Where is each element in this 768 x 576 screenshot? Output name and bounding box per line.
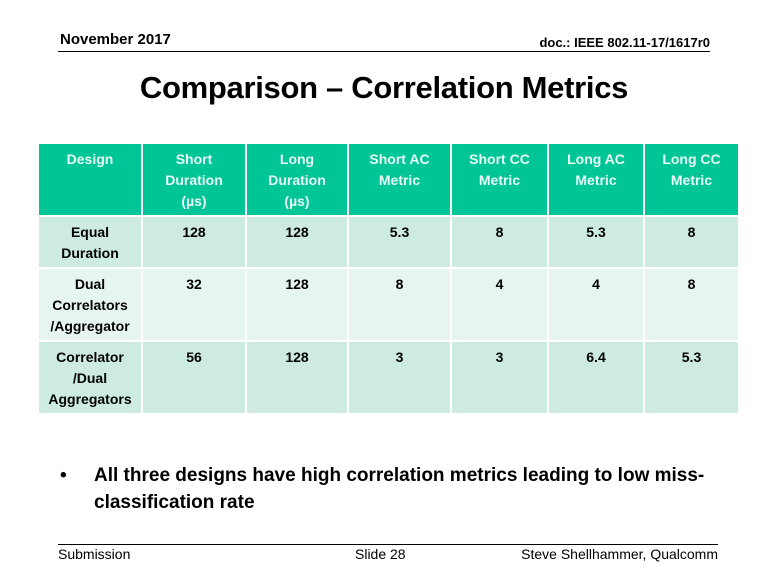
- col-header-long-cc-metric: Long CC Metric: [643, 142, 740, 217]
- footer-submission: Submission: [58, 546, 131, 562]
- footer-divider: [58, 544, 718, 545]
- cell-line: /Aggregator: [50, 318, 130, 334]
- table-row: Correlator /Dual Aggregators 56 128 3 3 …: [37, 340, 740, 415]
- cell-short-duration: 128: [141, 215, 247, 269]
- cell-short-ac: 3: [347, 340, 452, 415]
- cell-line: Duration: [61, 245, 119, 261]
- cell-short-ac: 8: [347, 267, 452, 342]
- cell-short-duration: 32: [141, 267, 247, 342]
- cell-line: /Dual: [72, 370, 108, 386]
- cell-design: Correlator /Dual Aggregators: [37, 340, 143, 415]
- col-header-design: Design: [37, 142, 143, 217]
- col-header-line: (µs): [181, 193, 207, 209]
- cell-long-ac: 5.3: [547, 215, 645, 269]
- cell-short-cc: 4: [450, 267, 549, 342]
- cell-design: Dual Correlators /Aggregator: [37, 267, 143, 342]
- bullet-item: • All three designs have high correlatio…: [60, 462, 720, 516]
- col-header-line: Metric: [378, 172, 421, 188]
- footer-slide-number: Slide 28: [355, 546, 406, 562]
- bullet-dot-icon: •: [60, 465, 67, 486]
- cell-short-ac: 5.3: [347, 215, 452, 269]
- table-header-row: Design Short Duration (µs) Long Duration…: [37, 142, 740, 217]
- cell-long-cc: 5.3: [643, 340, 740, 415]
- col-header-short-ac-metric: Short AC Metric: [347, 142, 452, 217]
- table-row: Dual Correlators /Aggregator 32 128 8 4 …: [37, 267, 740, 342]
- col-header-line: Short: [175, 151, 213, 167]
- cell-short-duration: 56: [141, 340, 247, 415]
- cell-design: Equal Duration: [37, 215, 143, 269]
- col-header-short-cc-metric: Short CC Metric: [450, 142, 549, 217]
- footer-author: Steve Shellhammer, Qualcomm: [521, 546, 718, 562]
- cell-line: Correlator: [56, 349, 124, 365]
- slide-title: Comparison – Correlation Metrics: [139, 70, 629, 105]
- col-header-line: Duration: [268, 172, 326, 188]
- col-header-long-ac-metric: Long AC Metric: [547, 142, 645, 217]
- cell-line: Dual: [74, 276, 106, 292]
- col-header-line: Metric: [478, 172, 521, 188]
- col-header-line: Long CC: [662, 151, 721, 167]
- cell-short-cc: 8: [450, 215, 549, 269]
- col-header-line: Short AC: [369, 151, 430, 167]
- header-date: November 2017: [60, 31, 171, 48]
- header-doc-id: doc.: IEEE 802.11-17/1617r0: [539, 35, 710, 50]
- col-header-short-duration: Short Duration (µs): [141, 142, 247, 217]
- col-header-long-duration: Long Duration (µs): [245, 142, 349, 217]
- bullet-text: All three designs have high correlation …: [94, 465, 705, 513]
- col-header-line: Metric: [670, 172, 713, 188]
- cell-long-duration: 128: [245, 215, 349, 269]
- cell-long-duration: 128: [245, 267, 349, 342]
- cell-line: Equal: [70, 224, 110, 240]
- cell-long-ac: 4: [547, 267, 645, 342]
- col-header-line: Long: [279, 151, 315, 167]
- cell-long-ac: 6.4: [547, 340, 645, 415]
- metrics-table: Design Short Duration (µs) Long Duration…: [37, 142, 740, 415]
- cell-long-cc: 8: [643, 267, 740, 342]
- col-header-line: Duration: [165, 172, 223, 188]
- cell-long-cc: 8: [643, 215, 740, 269]
- cell-long-duration: 128: [245, 340, 349, 415]
- table-row: Equal Duration 128 128 5.3 8 5.3 8: [37, 215, 740, 269]
- col-header-line: Metric: [575, 172, 617, 188]
- col-header-line: (µs): [284, 193, 310, 209]
- header-divider: [58, 51, 710, 52]
- cell-line: Correlators: [52, 297, 128, 313]
- col-header-line: Long AC: [567, 151, 625, 167]
- cell-line: Aggregators: [48, 391, 132, 407]
- cell-short-cc: 3: [450, 340, 549, 415]
- col-header-line: Short CC: [469, 151, 530, 167]
- col-header-line: Design: [66, 151, 114, 167]
